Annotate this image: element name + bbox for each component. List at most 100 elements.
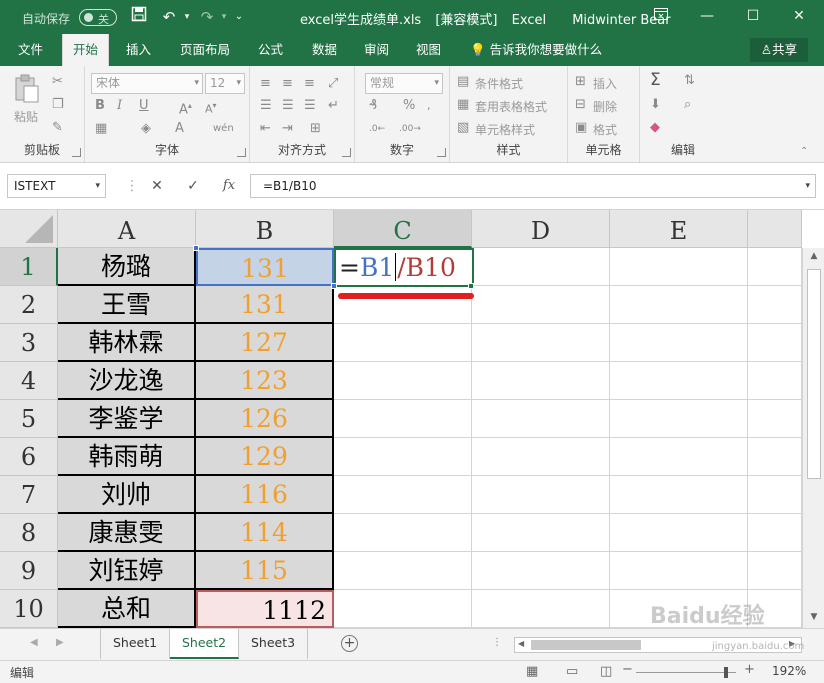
empty-cell[interactable] — [472, 514, 610, 552]
horizontal-scroll-thumb[interactable] — [531, 640, 641, 650]
cell-name[interactable]: 杨璐 — [58, 248, 196, 286]
sort-filter-icon[interactable]: ⇅ — [684, 73, 695, 89]
phonetic-guide-icon[interactable]: wén — [213, 121, 234, 137]
cell-name[interactable]: 沙龙逸 — [58, 362, 196, 400]
empty-cell[interactable] — [472, 362, 610, 400]
italic-icon[interactable]: I — [117, 98, 122, 114]
autosave-toggle[interactable]: 关 — [79, 9, 117, 26]
row-header[interactable]: 9 — [0, 552, 58, 590]
page-break-view-icon[interactable]: ◫ — [600, 664, 612, 679]
empty-cell[interactable] — [748, 552, 802, 590]
empty-cell[interactable] — [472, 438, 610, 476]
ribbon-display-options-icon[interactable] — [638, 0, 684, 34]
cell-name[interactable]: 李鉴学 — [58, 400, 196, 438]
delete-cells-button[interactable]: 删除 — [593, 98, 617, 115]
format-painter-icon[interactable]: ✎ — [52, 120, 63, 136]
cell-name[interactable]: 刘帅 — [58, 476, 196, 514]
number-format-combo[interactable]: 常规 ▾ — [365, 73, 443, 94]
align-middle-icon[interactable]: ≡ — [282, 76, 293, 92]
page-layout-view-icon[interactable]: ▭ — [566, 664, 578, 679]
column-header-c[interactable]: C — [334, 210, 472, 248]
tab-formulas[interactable]: 公式 — [248, 34, 293, 66]
tell-me-box[interactable]: 💡 告诉我你想要做什么 — [470, 34, 602, 66]
empty-cell[interactable] — [610, 514, 748, 552]
normal-view-icon[interactable]: ▦ — [526, 664, 538, 679]
cell-score[interactable]: 115 — [196, 552, 334, 590]
empty-cell[interactable] — [610, 438, 748, 476]
zoom-in-icon[interactable]: + — [744, 662, 755, 677]
clear-icon[interactable]: ◆ — [650, 120, 660, 136]
paste-icon[interactable] — [12, 74, 42, 104]
underline-icon[interactable]: U — [139, 98, 149, 114]
row-header[interactable]: 8 — [0, 514, 58, 552]
row-header[interactable]: 5 — [0, 400, 58, 438]
empty-cell[interactable] — [748, 362, 802, 400]
merge-center-icon[interactable]: ⊞ — [310, 121, 321, 137]
decrease-indent-icon[interactable]: ⇤ — [260, 121, 271, 137]
formula-input[interactable]: =B1/B10 ▾ — [250, 174, 816, 198]
cut-icon[interactable]: ✂ — [52, 74, 63, 90]
increase-indent-icon[interactable]: ⇥ — [282, 121, 293, 137]
empty-cell[interactable] — [334, 400, 472, 438]
empty-cell[interactable] — [748, 400, 802, 438]
column-header-f[interactable] — [748, 210, 802, 248]
column-header-a[interactable]: A — [58, 210, 196, 248]
empty-cell[interactable] — [334, 590, 472, 628]
cell-score[interactable]: 126 — [196, 400, 334, 438]
tab-view[interactable]: 视图 — [406, 34, 451, 66]
sheet-tab-1[interactable]: Sheet1 — [100, 629, 171, 659]
empty-cell[interactable] — [334, 324, 472, 362]
borders-icon[interactable]: ▦ — [95, 121, 107, 137]
font-color-icon[interactable]: A — [175, 121, 184, 137]
cell-name[interactable]: 康惠雯 — [58, 514, 196, 552]
empty-cell[interactable] — [334, 438, 472, 476]
empty-cell[interactable] — [472, 476, 610, 514]
empty-cell[interactable] — [472, 400, 610, 438]
empty-cell[interactable] — [748, 324, 802, 362]
decrease-font-icon[interactable]: A▾ — [205, 98, 217, 118]
paste-label[interactable]: 粘贴 — [14, 108, 38, 125]
empty-cell[interactable] — [610, 400, 748, 438]
cell-name[interactable]: 总和 — [58, 590, 196, 628]
collapse-ribbon-icon[interactable]: ⌃ — [800, 144, 808, 160]
sheet-tab-3[interactable]: Sheet3 — [239, 629, 309, 659]
empty-cell[interactable] — [748, 286, 802, 324]
vertical-scroll-thumb[interactable] — [807, 269, 821, 479]
cell-score[interactable]: 129 — [196, 438, 334, 476]
fill-icon[interactable]: ⬇ — [650, 97, 661, 113]
cancel-icon[interactable]: ✕ — [145, 176, 169, 196]
empty-cell[interactable] — [334, 552, 472, 590]
number-launcher-icon[interactable] — [437, 148, 446, 157]
row-header[interactable]: 4 — [0, 362, 58, 400]
increase-font-icon[interactable]: A▴ — [179, 98, 192, 118]
scroll-left-icon[interactable]: ◀ — [518, 639, 524, 648]
prev-sheet-icon[interactable]: ◀ — [30, 637, 38, 648]
wrap-text-icon[interactable]: ↵ — [328, 98, 339, 114]
format-cells-button[interactable]: 格式 — [593, 121, 617, 138]
cell-name[interactable]: 韩林霖 — [58, 324, 196, 362]
next-sheet-icon[interactable]: ▶ — [56, 637, 64, 648]
empty-cell[interactable] — [472, 590, 610, 628]
tab-file[interactable]: 文件 — [8, 34, 53, 66]
empty-cell[interactable] — [334, 514, 472, 552]
fill-handle[interactable] — [468, 283, 474, 289]
vertical-scrollbar[interactable]: ▲ ▼ — [802, 248, 824, 628]
clipboard-launcher-icon[interactable] — [72, 148, 81, 157]
fill-color-icon[interactable]: ◈ — [141, 121, 151, 137]
insert-function-icon[interactable]: fx — [217, 176, 241, 196]
find-select-icon[interactable]: ⌕ — [684, 97, 691, 113]
bold-icon[interactable]: B — [95, 98, 105, 114]
maximize-icon[interactable]: ☐ — [730, 0, 776, 34]
empty-cell[interactable] — [334, 476, 472, 514]
empty-cell[interactable] — [610, 552, 748, 590]
active-cell-c1[interactable]: =B1/B10 — [334, 248, 474, 287]
more-options-icon[interactable]: ⋮ — [492, 637, 502, 648]
row-header[interactable]: 3 — [0, 324, 58, 362]
align-center-icon[interactable]: ☰ — [282, 98, 294, 114]
share-button[interactable]: ♙共享 — [750, 38, 808, 62]
increase-decimal-icon[interactable]: .0← — [369, 121, 385, 137]
conditional-format-button[interactable]: 条件格式 — [475, 75, 523, 92]
column-header-e[interactable]: E — [610, 210, 748, 248]
comma-style-icon[interactable]: , — [427, 98, 431, 114]
empty-cell[interactable] — [610, 248, 748, 286]
